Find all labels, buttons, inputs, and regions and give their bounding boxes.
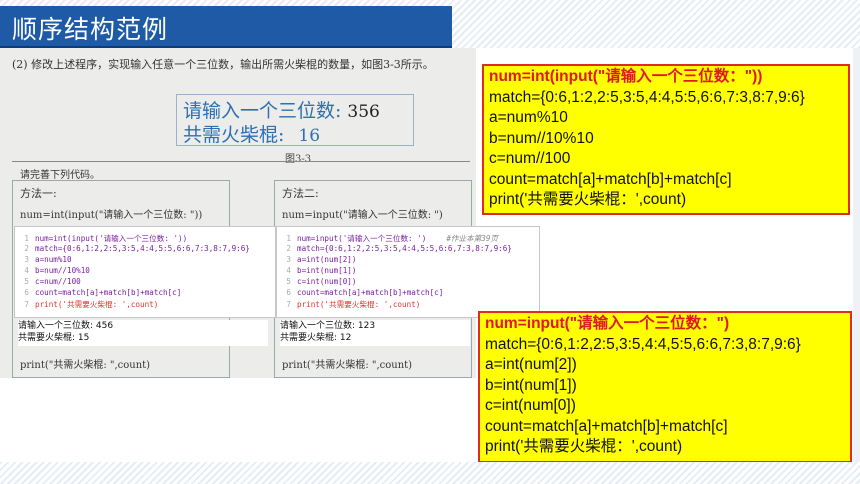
method1-label: 方法一:: [20, 187, 57, 200]
code-line: b=num//10%10: [35, 266, 90, 275]
figure-label: 图3-3: [285, 154, 312, 165]
answer-line: num=int(input("请输入一个三位数：")): [489, 68, 763, 85]
answer-line: a=int(num[2]): [485, 356, 577, 373]
figure-demo-box: 请输入一个三位数: 356 共需火柴棍: 16: [176, 94, 414, 146]
console-output-method2: 请输入一个三位数: 123 共需要火柴棍: 12: [280, 320, 470, 346]
console-line: 请输入一个三位数: 123: [280, 321, 376, 331]
console-line: 共需要火柴棍: 15: [18, 333, 90, 343]
answer-line: num=input("请输入一个三位数："): [485, 315, 730, 332]
code-line: match={0:6,1:2,2:5,3:5,4:4,5:5,6:6,7:3,8…: [297, 244, 512, 253]
demo-result-label: 共需火柴棍:: [183, 124, 285, 146]
method2-print-line: print("共需火柴棍: ",count): [282, 360, 413, 371]
code-line: count=match[a]+match[b]+match[c]: [35, 288, 182, 297]
method2-line1: num=input("请输入一个三位数: "): [282, 210, 443, 221]
answer-line: b=int(num[1]): [485, 376, 577, 394]
code-line: match={0:6,1:2,2:5,3:5,4:4,5:5,6:6,7:3,8…: [35, 244, 250, 253]
method2-label: 方法二:: [282, 187, 319, 200]
answer-line: c=int(num[0]): [485, 397, 576, 414]
code-line: b=int(num[1]): [297, 266, 357, 275]
slide-title: 顺序结构范例: [12, 15, 169, 44]
code-line: a=num%10: [35, 255, 72, 264]
answer-line: match={0:6,1:2,2:5,3:5,4:4,5:5,6:6,7:3,8…: [489, 88, 805, 106]
code-line: num=int(input('请输入一个三位数: ')): [35, 234, 188, 243]
answer-line: b=num//10%10: [489, 129, 594, 147]
footer-pattern: [0, 462, 860, 484]
code-line: print('共需要火柴棍: ',count): [297, 300, 421, 309]
answer-line: c=num//100: [489, 150, 571, 167]
console-line: 请输入一个三位数: 456: [18, 321, 114, 331]
method1-line1: num=int(input("请输入一个三位数: ")): [20, 210, 203, 221]
code-line: a=int(num[2]): [297, 255, 357, 264]
code-line: count=match[a]+match[b]+match[c]: [297, 288, 444, 297]
answer-box-method2: num=input("请输入一个三位数：") match={0:6,1:2,2:…: [478, 311, 852, 463]
slide-title-bar: 顺序结构范例: [0, 6, 452, 49]
answer-line: print('共需要火柴棍：',count): [485, 438, 683, 455]
divider: [12, 161, 470, 162]
instruction-text: 请完善下列代码。: [20, 170, 100, 181]
answer-box-method1: num=int(input("请输入一个三位数：")) match={0:6,1…: [482, 64, 850, 215]
answer-line: print('共需要火柴棍：',count): [489, 191, 687, 208]
answer-line: count=match[a]+match[b]+match[c]: [489, 170, 732, 188]
code-line: num=input('请输入一个三位数: '): [297, 234, 427, 243]
console-output-method1: 请输入一个三位数: 456 共需要火柴棍: 15: [18, 320, 268, 346]
code-line: c=int(num[0]): [297, 277, 357, 286]
code-line: print('共需要火柴棍: ',count): [35, 300, 159, 309]
method1-print-line: print("共需火柴棍: ",count): [20, 360, 151, 371]
code-editor-method2: 1 num=input('请输入一个三位数: ') #作业本第39页 2 match=…: [276, 226, 540, 318]
code-line: c=num//100: [35, 277, 81, 286]
answer-line: a=num%10: [489, 109, 568, 126]
code-comment: #作业本第39页: [446, 234, 499, 243]
console-line: 共需要火柴棍: 12: [280, 333, 352, 343]
right-edge-strip: [853, 48, 860, 462]
demo-result-value: 16: [298, 126, 321, 146]
answer-line: count=match[a]+match[b]+match[c]: [485, 417, 728, 435]
question-text: (2) 修改上述程序，实现输入任意一个三位数，输出所需火柴棍的数量，如图3-3所…: [12, 58, 434, 71]
demo-prompt: 请输入一个三位数:: [183, 100, 342, 122]
answer-line: match={0:6,1:2,2:5,3:5,4:4,5:5,6:6,7:3,8…: [485, 335, 801, 353]
demo-input-value: 356: [347, 102, 380, 122]
code-editor-method1: 1 num=int(input('请输入一个三位数: ')) 2 match={0:…: [14, 226, 276, 318]
